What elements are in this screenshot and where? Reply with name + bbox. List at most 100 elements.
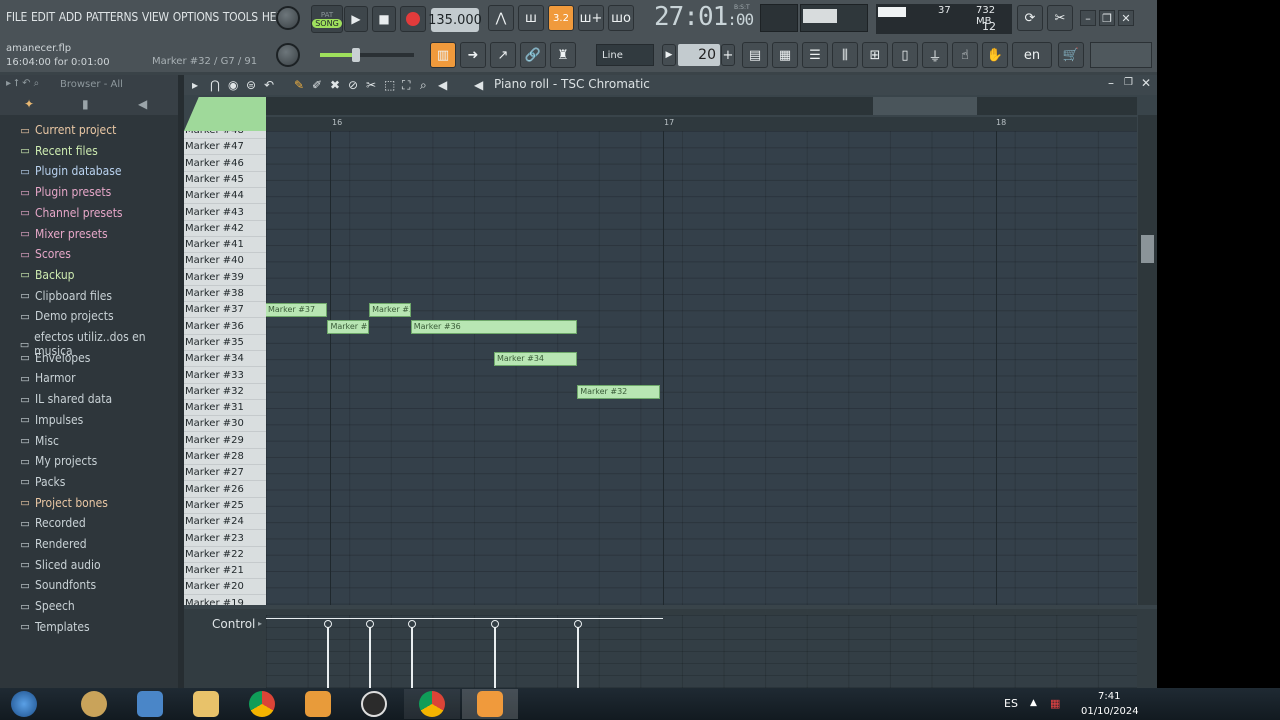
play-button[interactable]: ▶ bbox=[344, 6, 368, 32]
clock-time[interactable]: 7:41 bbox=[1098, 691, 1120, 702]
taskbar-media[interactable] bbox=[290, 689, 346, 719]
language-button[interactable]: en bbox=[1012, 42, 1052, 68]
mixer-button[interactable]: ⫼ bbox=[832, 42, 858, 68]
browser-files-icon[interactable]: ▮ bbox=[82, 97, 89, 111]
note[interactable]: Marker #36 bbox=[410, 319, 578, 334]
overview-scrollbar[interactable] bbox=[266, 97, 1137, 115]
shop-button[interactable]: 🛒 bbox=[1058, 42, 1084, 68]
browser-item[interactable]: ▭ Harmor bbox=[18, 371, 75, 385]
maximize-button[interactable]: ❐ bbox=[1099, 10, 1115, 26]
network-icon[interactable]: ▦ bbox=[1050, 697, 1060, 710]
snap-mode-select[interactable]: Line bbox=[596, 44, 654, 66]
note[interactable]: Marker #36 bbox=[327, 319, 370, 334]
browser-nav-icons[interactable]: ▸ ⭡ ↶ ⌕ bbox=[6, 78, 39, 89]
close-button[interactable]: ✕ bbox=[1118, 10, 1134, 26]
metronome-button[interactable]: ⋀ bbox=[488, 5, 514, 31]
tray-expand-icon[interactable]: ▲ bbox=[1030, 698, 1037, 708]
note[interactable]: Marker #37 bbox=[266, 303, 328, 318]
record-button[interactable] bbox=[400, 6, 426, 32]
note-grid[interactable]: Marker #37Marker #36Marker #37Marker #36… bbox=[266, 131, 1137, 605]
browser-item[interactable]: ▭ Demo projects bbox=[18, 309, 113, 323]
piano-key[interactable]: Marker #22 bbox=[184, 547, 266, 563]
browser-speaker-icon[interactable]: ◀ bbox=[138, 97, 147, 111]
taskbar-fl-studio[interactable] bbox=[462, 689, 518, 719]
pat-song-toggle[interactable]: PAT SONG bbox=[311, 5, 343, 33]
browser-item[interactable]: ▭ Plugin database bbox=[18, 164, 121, 178]
link-button[interactable]: 🔗 bbox=[520, 42, 546, 68]
pr-minimize-icon[interactable]: – bbox=[1108, 76, 1114, 90]
vertical-scrollbar[interactable] bbox=[1138, 115, 1157, 605]
undo-history-button[interactable]: ⟳ bbox=[1017, 5, 1043, 31]
master-volume-slider[interactable] bbox=[320, 48, 414, 62]
browser-item[interactable]: ▭ Templates bbox=[18, 620, 89, 634]
menu-arrow-icon[interactable]: ▸ bbox=[192, 78, 198, 92]
pr-close-icon[interactable]: ✕ bbox=[1141, 76, 1151, 90]
menu-edit[interactable]: EDIT bbox=[31, 10, 55, 24]
piano-key[interactable]: Marker #37 bbox=[184, 302, 266, 319]
piano-key[interactable]: Marker #36 bbox=[184, 319, 266, 335]
speaker-icon[interactable]: ◀ bbox=[474, 78, 483, 92]
start-button[interactable] bbox=[0, 689, 48, 719]
note[interactable]: Marker #34 bbox=[493, 352, 578, 367]
taskbar-explorer[interactable] bbox=[178, 689, 234, 719]
browser-item[interactable]: ▭ Impulses bbox=[18, 413, 83, 427]
browser-item[interactable]: ▭ Sliced audio bbox=[18, 558, 100, 572]
taskbar-control-panel[interactable] bbox=[122, 689, 178, 719]
control-lane[interactable] bbox=[266, 615, 1137, 688]
control-stem[interactable] bbox=[407, 620, 416, 688]
stamp-button[interactable]: ♜ bbox=[550, 42, 576, 68]
touch-controller-button[interactable]: ✋ bbox=[982, 42, 1008, 68]
undo-icon[interactable]: ↶ bbox=[264, 78, 274, 92]
taskbar-chrome-2[interactable] bbox=[404, 689, 460, 719]
browser-item[interactable]: ▭ Recent files bbox=[18, 144, 97, 158]
control-stem[interactable] bbox=[324, 620, 333, 688]
piano-key[interactable]: Marker #19 bbox=[184, 596, 266, 605]
piano-key[interactable]: Marker #24 bbox=[184, 514, 266, 531]
control-stem[interactable] bbox=[366, 620, 375, 688]
piano-key[interactable]: Marker #30 bbox=[184, 416, 266, 433]
wait-input-button[interactable]: ш bbox=[518, 5, 544, 31]
piano-key[interactable]: Marker #32 bbox=[184, 384, 266, 400]
taskbar-chrome[interactable] bbox=[234, 689, 290, 719]
clock-date[interactable]: 01/10/2024 bbox=[1081, 706, 1139, 717]
note[interactable]: Marker #37 bbox=[369, 303, 411, 318]
pr-maximize-icon[interactable]: ❐ bbox=[1124, 77, 1133, 88]
keyboard[interactable]: Marker #48Marker #47Marker #46Marker #45… bbox=[184, 131, 266, 605]
browser-item[interactable]: ▭ Mixer presets bbox=[18, 227, 107, 241]
browser-item[interactable]: ▭ Clipboard files bbox=[18, 289, 112, 303]
control-label[interactable]: Control bbox=[212, 617, 255, 631]
browser-button[interactable]: ⊞ bbox=[862, 42, 888, 68]
piano-key[interactable]: Marker #35 bbox=[184, 335, 266, 351]
piano-key[interactable]: Marker #47 bbox=[184, 139, 266, 156]
piano-key[interactable]: Marker #38 bbox=[184, 286, 266, 302]
overview-window[interactable] bbox=[873, 97, 977, 115]
control-arrow-icon[interactable]: ▸ bbox=[258, 619, 262, 628]
browser-item[interactable]: ▭ Project bones bbox=[18, 496, 108, 510]
piano-roll-title[interactable]: Piano roll - TSC Chromatic bbox=[494, 77, 650, 91]
stop-button[interactable]: ■ bbox=[372, 6, 396, 32]
browser-item[interactable]: ▭ Recorded bbox=[18, 516, 85, 530]
step-edit-button[interactable]: ш+ bbox=[578, 5, 604, 31]
minimize-button[interactable]: – bbox=[1080, 10, 1096, 26]
slice-icon[interactable]: ✂ bbox=[366, 78, 376, 92]
piano-key[interactable]: Marker #29 bbox=[184, 433, 266, 449]
vertical-scroll-thumb[interactable] bbox=[1141, 235, 1154, 263]
piano-key[interactable]: Marker #34 bbox=[184, 351, 266, 368]
browser-item[interactable]: ▭ Scores bbox=[18, 247, 71, 261]
browser-item[interactable]: ▭ Backup bbox=[18, 268, 74, 282]
control-stem[interactable] bbox=[490, 620, 499, 688]
master-pitch-knob[interactable] bbox=[276, 43, 300, 67]
piano-key[interactable]: Marker #26 bbox=[184, 482, 266, 498]
browser-item[interactable]: ▭ Misc bbox=[18, 434, 59, 448]
channel-rack-button[interactable]: ☰ bbox=[802, 42, 828, 68]
snap-value[interactable]: 20 bbox=[678, 44, 720, 66]
browser-item[interactable]: ▭ Soundfonts bbox=[18, 578, 96, 592]
zoom-icon[interactable]: ⌕ bbox=[420, 78, 427, 93]
piano-key[interactable]: Marker #28 bbox=[184, 449, 266, 465]
piano-key[interactable]: Marker #43 bbox=[184, 205, 266, 221]
piano-key[interactable]: Marker #42 bbox=[184, 221, 266, 237]
piano-key[interactable]: Marker #27 bbox=[184, 465, 266, 482]
piano-roll-button[interactable]: ▦ bbox=[772, 42, 798, 68]
browser-item[interactable]: ▭ My projects bbox=[18, 454, 97, 468]
browser-item[interactable]: ▭ Envelopes bbox=[18, 351, 90, 365]
